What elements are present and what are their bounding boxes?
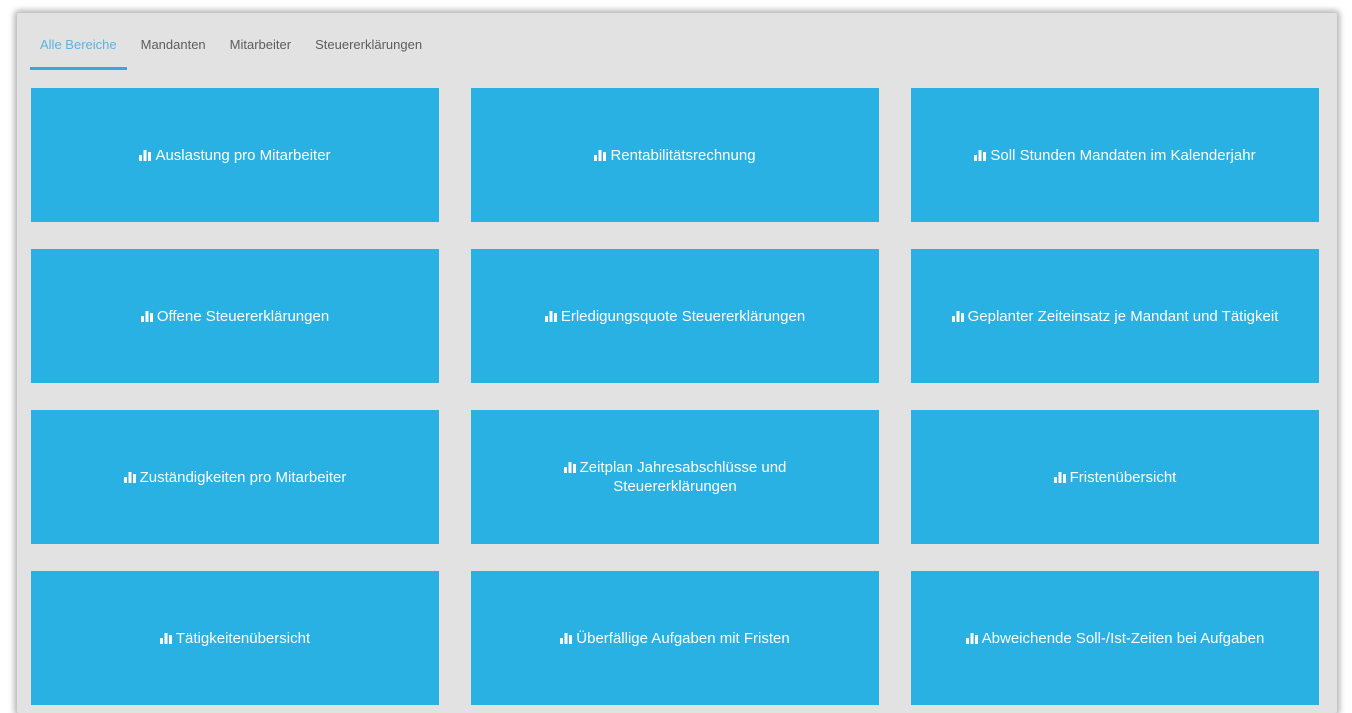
report-tile-label: Erledigungsquote Steuererklärungen [560, 307, 806, 325]
bar-chart-icon [965, 632, 978, 644]
bar-chart-icon [951, 310, 964, 322]
report-tile-offene-steuererklaerungen[interactable]: Offene Steuererklärungen [31, 249, 439, 383]
reports-panel: Alle Bereiche Mandanten Mitarbeiter Steu… [17, 13, 1337, 713]
bar-chart-icon [563, 462, 576, 473]
report-tile-label: Rentabilitätsrechnung [610, 146, 756, 164]
report-tile-label: Zeitplan Jahresabschlüsse und Steuererkl… [579, 459, 787, 495]
report-tile-fristenuebersicht[interactable]: Fristenübersicht [911, 410, 1319, 544]
report-tile-label: Auslastung pro Mitarbeiter [155, 146, 331, 164]
bar-chart-icon [123, 471, 136, 483]
report-tile-rentabilitaet[interactable]: Rentabilitätsrechnung [471, 88, 879, 222]
report-tile-label: Zuständigkeiten pro Mitarbeiter [139, 468, 347, 486]
tab-mitarbeiter[interactable]: Mitarbeiter [230, 33, 291, 65]
report-tile-soll-stunden[interactable]: Soll Stunden Mandaten im Kalenderjahr [911, 88, 1319, 222]
report-tile-label: Soll Stunden Mandaten im Kalenderjahr [990, 146, 1256, 164]
bar-chart-icon [594, 149, 607, 161]
report-tile-taetigkeitenuebersicht[interactable]: Tätigkeitenübersicht [31, 571, 439, 705]
report-tile-ueberfaellige-aufgaben[interactable]: Überfällige Aufgaben mit Fristen [471, 571, 879, 705]
report-tile-label: Abweichende Soll-/Ist-Zeiten bei Aufgabe… [981, 629, 1265, 647]
bar-chart-icon [139, 149, 152, 161]
report-tile-label: Fristenübersicht [1069, 468, 1177, 486]
tab-steuererklaerungen[interactable]: Steuererklärungen [315, 33, 422, 65]
report-tile-geplanter-zeiteinsatz[interactable]: Geplanter Zeiteinsatz je Mandant und Tät… [911, 249, 1319, 383]
bar-chart-icon [159, 632, 172, 644]
report-tile-auslastung[interactable]: Auslastung pro Mitarbeiter [31, 88, 439, 222]
bar-chart-icon [544, 310, 557, 322]
report-tile-label: Tätigkeitenübersicht [175, 629, 311, 647]
bar-chart-icon [974, 149, 987, 161]
report-tile-zeitplan[interactable]: Zeitplan Jahresabschlüsse und Steuererkl… [471, 410, 879, 544]
report-tile-zustaendigkeiten[interactable]: Zuständigkeiten pro Mitarbeiter [31, 410, 439, 544]
tab-alle-bereiche[interactable]: Alle Bereiche [30, 33, 127, 70]
bar-chart-icon [560, 632, 573, 644]
report-tile-erledigungsquote[interactable]: Erledigungsquote Steuererklärungen [471, 249, 879, 383]
category-tabs: Alle Bereiche Mandanten Mitarbeiter Steu… [30, 33, 446, 70]
bar-chart-icon [140, 310, 153, 322]
report-tile-label: Offene Steuererklärungen [156, 307, 330, 325]
report-tile-grid: Auslastung pro Mitarbeiter Rentabilitäts… [31, 88, 1319, 705]
report-tile-abweichende-zeiten[interactable]: Abweichende Soll-/Ist-Zeiten bei Aufgabe… [911, 571, 1319, 705]
report-tile-label: Überfällige Aufgaben mit Fristen [576, 629, 790, 647]
tab-mandanten[interactable]: Mandanten [141, 33, 206, 65]
report-tile-label: Geplanter Zeiteinsatz je Mandant und Tät… [967, 307, 1279, 325]
bar-chart-icon [1053, 471, 1066, 483]
